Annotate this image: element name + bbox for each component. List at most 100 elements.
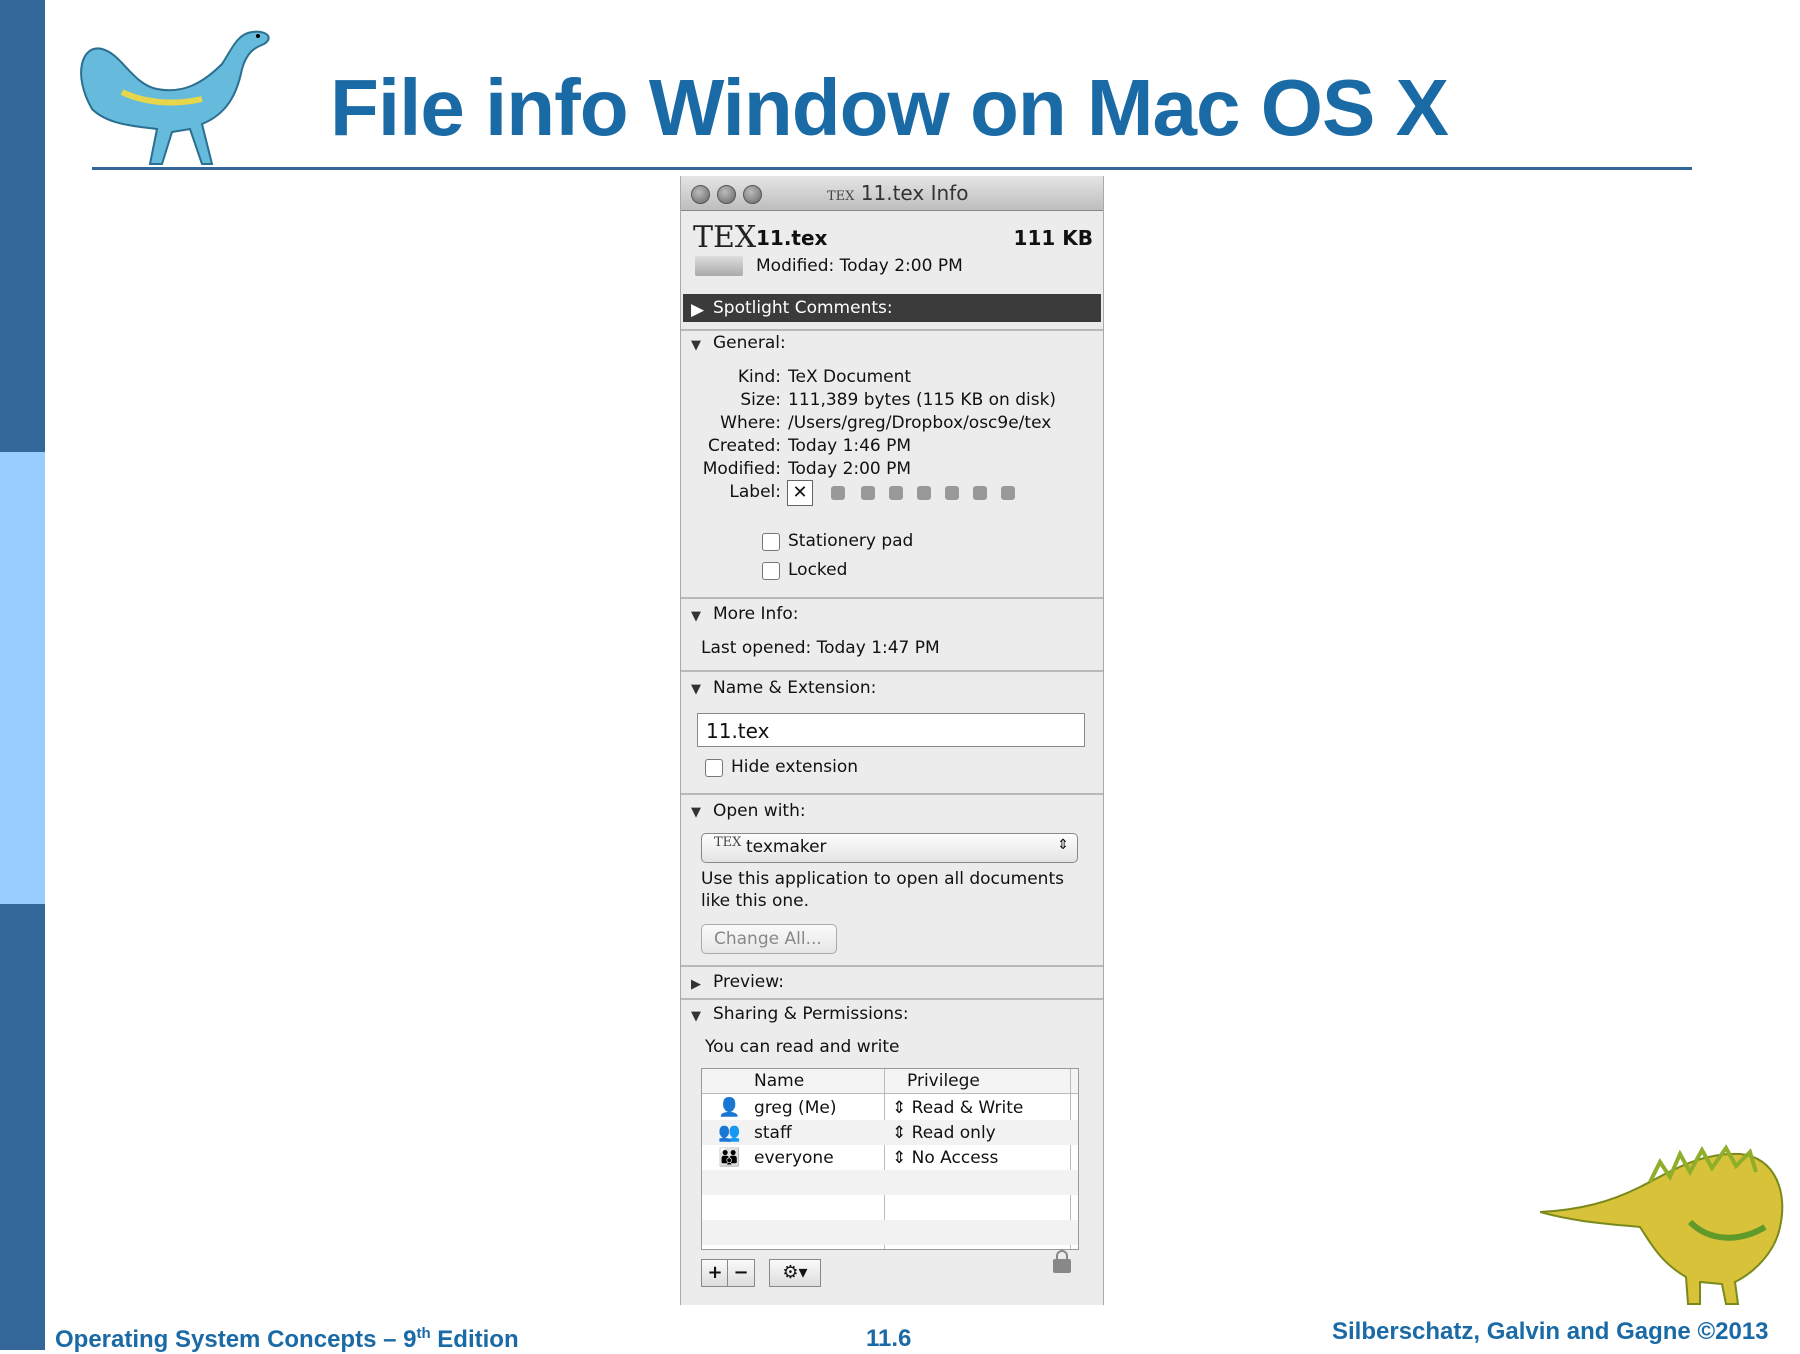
dinosaur-logo-bottom xyxy=(1540,1144,1784,1305)
disclosure-right-icon: ▶ xyxy=(691,300,705,320)
title-divider xyxy=(92,167,1692,170)
kind-value: TeX Document xyxy=(788,367,912,387)
open-with-app-name: texmaker xyxy=(746,837,827,857)
texmaker-app-icon: TEX xyxy=(714,835,742,850)
section-divider xyxy=(681,998,1103,1000)
column-header-privilege[interactable]: Privilege xyxy=(907,1071,980,1091)
minimize-window-button[interactable] xyxy=(717,185,736,204)
updown-arrows-icon: ⇕ xyxy=(1057,837,1069,853)
privilege-select[interactable]: ⇕ No Access xyxy=(892,1148,998,1168)
remove-user-button[interactable]: − xyxy=(727,1259,755,1287)
hide-extension-checkbox[interactable] xyxy=(705,759,723,777)
privilege-select[interactable]: ⇕ Read only xyxy=(892,1123,996,1143)
hide-extension-label: Hide extension xyxy=(731,757,859,777)
group-icon: 👥 xyxy=(718,1122,741,1143)
close-window-button[interactable] xyxy=(691,185,710,204)
file-type-badge-icon xyxy=(695,256,743,276)
created-value: Today 1:46 PM xyxy=(788,436,912,456)
permission-summary: You can read and write xyxy=(705,1037,900,1057)
stationery-pad-checkbox[interactable] xyxy=(762,533,780,551)
disclosure-right-icon[interactable]: ▶ xyxy=(691,977,701,992)
table-row-empty xyxy=(702,1220,1078,1245)
disclosure-down-icon[interactable]: ▼ xyxy=(691,338,701,353)
person-icon: 👤 xyxy=(718,1097,741,1118)
spotlight-comments-section[interactable]: ▶ Spotlight Comments: xyxy=(683,294,1101,322)
kind-key: Kind: xyxy=(737,367,781,387)
last-opened-text: Last opened: Today 1:47 PM xyxy=(701,638,940,658)
slide-side-bar xyxy=(0,0,45,1350)
user-name: staff xyxy=(754,1123,792,1143)
table-header: Name Privilege xyxy=(702,1069,1078,1094)
user-name: everyone xyxy=(754,1148,834,1168)
change-all-label: Change All... xyxy=(714,929,822,949)
footer-page-number: 11.6 xyxy=(866,1325,912,1352)
file-name-field[interactable]: 11.tex xyxy=(697,713,1085,747)
name-extension-section-label[interactable]: Name & Extension: xyxy=(713,678,876,698)
label-key: Label: xyxy=(729,482,781,502)
window-title: TEX 11.tex Info xyxy=(827,181,969,205)
file-name-field-value: 11.tex xyxy=(706,719,770,743)
section-divider xyxy=(681,965,1103,967)
modified-value: Today 2:00 PM xyxy=(788,459,912,479)
open-with-section-label[interactable]: Open with: xyxy=(713,801,806,821)
label-color-swatch[interactable] xyxy=(831,486,845,500)
column-header-name[interactable]: Name xyxy=(754,1071,804,1091)
table-row[interactable]: 👪 everyone ⇕ No Access xyxy=(702,1145,1078,1170)
section-divider xyxy=(681,793,1103,795)
section-divider xyxy=(681,329,1103,331)
size-key: Size: xyxy=(740,390,781,410)
disclosure-down-icon[interactable]: ▼ xyxy=(691,609,701,624)
label-color-swatch[interactable] xyxy=(861,486,875,500)
spotlight-comments-label: Spotlight Comments: xyxy=(713,298,893,318)
label-color-swatch[interactable] xyxy=(917,486,931,500)
gear-menu-button[interactable]: ⚙▾ xyxy=(769,1259,821,1287)
open-with-description-line1: Use this application to open all documen… xyxy=(701,869,1064,889)
created-key: Created: xyxy=(707,436,781,456)
file-size-heading: 111 KB xyxy=(1013,226,1093,250)
section-divider xyxy=(681,597,1103,599)
preview-section-label[interactable]: Preview: xyxy=(713,972,784,992)
label-color-swatch[interactable] xyxy=(945,486,959,500)
locked-checkbox[interactable] xyxy=(762,562,780,580)
zoom-window-button[interactable] xyxy=(743,185,762,204)
more-info-section-label[interactable]: More Info: xyxy=(713,604,798,624)
lock-icon[interactable] xyxy=(1053,1250,1071,1273)
where-value: /Users/greg/Dropbox/osc9e/tex xyxy=(788,413,1052,433)
disclosure-down-icon[interactable]: ▼ xyxy=(691,682,701,697)
size-value: 111,389 bytes (115 KB on disk) xyxy=(788,390,1057,410)
file-name-heading: 11.tex xyxy=(756,226,828,250)
general-section-label[interactable]: General: xyxy=(713,333,786,353)
sharing-permissions-section-label[interactable]: Sharing & Permissions: xyxy=(713,1004,909,1024)
label-color-swatch[interactable] xyxy=(1001,486,1015,500)
side-bar-highlight xyxy=(0,452,45,904)
label-clear-button[interactable]: ✕ xyxy=(787,480,813,506)
table-row[interactable]: 👤 greg (Me) ⇕ Read & Write xyxy=(702,1095,1078,1120)
add-user-button[interactable]: + xyxy=(701,1259,729,1287)
locked-label: Locked xyxy=(788,560,848,580)
modified-key: Modified: xyxy=(702,459,781,479)
modified-summary: Modified: Today 2:00 PM xyxy=(756,256,963,276)
footer-authors: Silberschatz, Galvin and Gagne ©2013 xyxy=(1332,1318,1769,1345)
open-with-app-select[interactable]: TEX texmaker ⇕ xyxy=(701,833,1078,863)
dinosaur-logo-top xyxy=(80,30,270,165)
open-with-description-line2: like this one. xyxy=(701,891,810,911)
user-name: greg (Me) xyxy=(754,1098,837,1118)
where-key: Where: xyxy=(720,413,781,433)
privilege-select[interactable]: ⇕ Read & Write xyxy=(892,1098,1023,1118)
change-all-button[interactable]: Change All... xyxy=(701,924,837,954)
permissions-table: Name Privilege 👤 greg (Me) ⇕ Read & Writ… xyxy=(701,1068,1079,1250)
stationery-pad-label: Stationery pad xyxy=(788,531,914,551)
disclosure-down-icon[interactable]: ▼ xyxy=(691,805,701,820)
slide-title: File info Window on Mac OS X xyxy=(330,63,1449,152)
tex-file-icon: TEX xyxy=(827,189,855,204)
everyone-icon: 👪 xyxy=(718,1147,741,1168)
table-row[interactable]: 👥 staff ⇕ Read only xyxy=(702,1120,1078,1145)
disclosure-down-icon[interactable]: ▼ xyxy=(691,1009,701,1024)
window-titlebar[interactable]: TEX 11.tex Info xyxy=(681,176,1103,211)
label-color-swatch[interactable] xyxy=(889,486,903,500)
section-divider xyxy=(681,670,1103,672)
tex-document-icon: TEX xyxy=(693,220,757,255)
table-row-empty xyxy=(702,1170,1078,1195)
label-color-swatch[interactable] xyxy=(973,486,987,500)
file-info-window: TEX 11.tex Info TEX 11.tex 111 KB Modifi… xyxy=(680,176,1104,1305)
